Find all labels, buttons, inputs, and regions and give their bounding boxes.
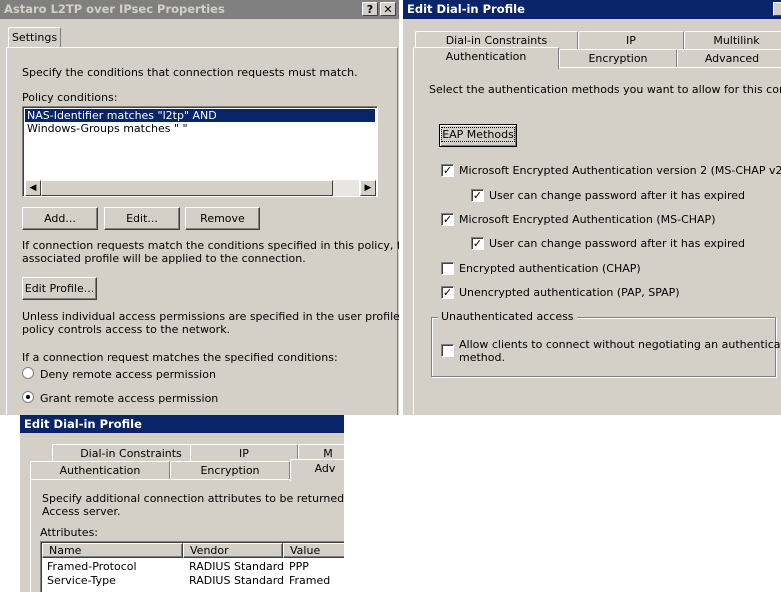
mschapv2-change-password-label[interactable]: User can change password after it has ex…	[489, 189, 745, 202]
window-title: Edit Dial-in Profile	[20, 415, 344, 433]
edit-button[interactable]: Edit...	[104, 207, 180, 230]
tab-multilink[interactable]: Multilink	[684, 31, 781, 49]
condition-item[interactable]: NAS-Identifier matches "l2tp" AND	[25, 109, 375, 122]
tab-dialin-constraints[interactable]: Dial-in Constraints	[52, 444, 210, 462]
advanced-intro-line2: Access server.	[42, 505, 121, 518]
unauthenticated-group-label: Unauthenticated access	[438, 310, 577, 323]
window-title: Astaro L2TP over IPsec Properties	[0, 0, 399, 19]
table-row[interactable]: Service-Type RADIUS Standard Framed	[42, 573, 344, 587]
chap-checkbox[interactable]	[441, 262, 454, 275]
permission-text-line2: policy controls access to the network.	[22, 323, 231, 336]
column-header-value[interactable]: Value	[283, 543, 344, 558]
cell-name: Framed-Protocol	[47, 560, 137, 573]
tab-authentication[interactable]: Authentication	[30, 461, 170, 479]
pap-checkbox[interactable]: ✓	[441, 286, 454, 299]
grant-radio[interactable]	[22, 391, 34, 403]
auth-intro-text: Select the authentication methods you wa…	[429, 83, 781, 96]
mschap-change-password-checkbox[interactable]: ✓	[471, 237, 484, 250]
remove-button-label: Remove	[200, 212, 245, 225]
cell-value: Framed	[289, 574, 331, 587]
mschap-change-password-label[interactable]: User can change password after it has ex…	[489, 237, 745, 250]
grant-label[interactable]: Grant remote access permission	[40, 392, 218, 405]
column-header-name[interactable]: Name	[42, 543, 183, 558]
cell-vendor: RADIUS Standard	[189, 560, 285, 573]
deny-label[interactable]: Deny remote access permission	[40, 368, 216, 381]
scrollbar-thumb[interactable]	[41, 180, 333, 196]
cell-name: Service-Type	[47, 574, 116, 587]
pap-label[interactable]: Unencrypted authentication (PAP, SPAP)	[459, 286, 680, 299]
tab-ip[interactable]: IP	[190, 444, 298, 462]
table-row[interactable]: Framed-Protocol RADIUS Standard PPP	[42, 559, 344, 573]
cell-value: PPP	[289, 560, 309, 573]
scroll-right-button[interactable]: ▶	[360, 180, 376, 196]
edit-button-label: Edit...	[126, 212, 158, 225]
mschapv2-change-password-checkbox[interactable]: ✓	[471, 189, 484, 202]
attributes-table[interactable]: Name Vendor Value Framed-Protocol RADIUS…	[40, 541, 344, 592]
permission-text-line1: Unless individual access permissions are…	[22, 310, 399, 323]
tab-advanced[interactable]: Advanced	[677, 49, 781, 67]
unauthenticated-access-checkbox[interactable]	[441, 344, 454, 357]
policy-properties-window: Astaro L2TP over IPsec Properties ? ✕ Se…	[0, 0, 399, 415]
window-title: Edit Dial-in Profile	[403, 0, 781, 19]
tab-ip[interactable]: IP	[578, 31, 684, 49]
profile-text-line1: If connection requests match the conditi…	[22, 239, 399, 252]
scroll-left-button[interactable]: ◀	[25, 180, 41, 196]
mschapv2-label[interactable]: Microsoft Encrypted Authentication versi…	[459, 164, 781, 177]
help-button[interactable]	[773, 2, 781, 16]
add-button[interactable]: Add...	[22, 207, 98, 230]
edit-dialin-profile-window: Edit Dial-in Profile Dial-in Constraints…	[401, 0, 781, 415]
tab-settings[interactable]: Settings	[8, 27, 61, 48]
tab-advanced[interactable]: Adv	[290, 459, 344, 481]
tab-encryption[interactable]: Encryption	[559, 49, 677, 67]
mschapv2-checkbox[interactable]: ✓	[441, 164, 454, 177]
attributes-label: Attributes:	[40, 526, 99, 539]
unauthenticated-access-label-line1[interactable]: Allow clients to connect without negotia…	[459, 338, 781, 351]
column-header-vendor[interactable]: Vendor	[183, 543, 283, 558]
tab-encryption[interactable]: Encryption	[170, 461, 290, 479]
help-button[interactable]: ?	[362, 2, 378, 16]
mschap-checkbox[interactable]: ✓	[441, 213, 454, 226]
eap-methods-label: EAP Methods	[441, 127, 515, 142]
remove-button[interactable]: Remove	[185, 207, 260, 230]
condition-item[interactable]: Windows-Groups matches " "	[25, 122, 188, 135]
profile-text-line2: associated profile will be applied to th…	[22, 252, 306, 265]
table-header: Name Vendor Value	[42, 543, 344, 558]
eap-methods-button[interactable]: EAP Methods	[439, 124, 517, 147]
tab-authentication[interactable]: Authentication	[413, 47, 559, 69]
chap-label[interactable]: Encrypted authentication (CHAP)	[459, 262, 641, 275]
intro-text: Specify the conditions that connection r…	[22, 66, 358, 79]
deny-radio[interactable]	[22, 367, 34, 379]
unauthenticated-access-label-line2[interactable]: method.	[459, 351, 505, 364]
close-button[interactable]: ✕	[380, 2, 396, 16]
edit-profile-button[interactable]: Edit Profile...	[22, 277, 97, 300]
cell-vendor: RADIUS Standard	[189, 574, 285, 587]
edit-dialin-profile-advanced-window: Edit Dial-in Profile Dial-in Constraints…	[20, 415, 344, 592]
policy-conditions-label: Policy conditions:	[22, 91, 118, 104]
edit-profile-button-label: Edit Profile...	[24, 282, 95, 295]
conditions-match-text: If a connection request matches the spec…	[22, 351, 338, 364]
radio-selected-dot	[26, 395, 30, 399]
mschap-label[interactable]: Microsoft Encrypted Authentication (MS-C…	[459, 213, 715, 226]
add-button-label: Add...	[44, 212, 76, 225]
advanced-intro-line1: Specify additional connection attributes…	[42, 492, 344, 505]
conditions-list[interactable]: NAS-Identifier matches "l2tp" AND Window…	[22, 106, 378, 197]
